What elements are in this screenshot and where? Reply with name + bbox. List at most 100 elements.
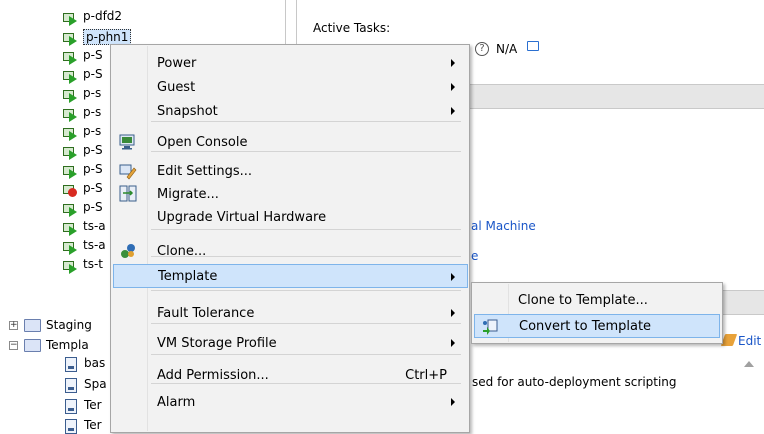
submenu-item-clone-to-template[interactable]: Clone to Template... — [474, 288, 720, 312]
help-icon[interactable]: ? — [475, 42, 489, 56]
tree-folder-item[interactable]: Staging — [46, 318, 92, 332]
power-on-badge — [69, 150, 77, 160]
tree-vm-item[interactable]: p-S — [83, 67, 103, 81]
panel-header-bar — [470, 84, 764, 109]
submenu-item-convert-to-template[interactable]: Convert to Template — [474, 314, 720, 338]
submenu-arrow-icon — [451, 107, 455, 115]
submenu-arrow-icon — [451, 339, 455, 347]
tree-folder-item[interactable]: Templa — [46, 338, 89, 352]
vm-powered-on-icon — [62, 87, 78, 103]
tree-vm-item[interactable]: p-S — [83, 200, 103, 214]
submenu-arrow-icon — [451, 59, 455, 67]
active-tasks-label: Active Tasks: — [313, 21, 391, 35]
tree-vm-item[interactable]: ts-a — [83, 238, 106, 252]
virtual-machine-link[interactable]: al Machine — [471, 219, 536, 233]
menu-item-open-console[interactable]: Open Console — [113, 130, 467, 154]
submenu-item-label: Clone to Template... — [518, 292, 648, 308]
power-on-badge — [69, 36, 77, 46]
migrate-icon — [119, 185, 137, 203]
menu-item-label: Add Permission... — [157, 367, 269, 383]
vm-powered-on-icon — [62, 163, 78, 179]
menu-item-fault-tolerance[interactable]: Fault Tolerance — [113, 301, 467, 325]
menu-item-add-permission[interactable]: Add Permission... Ctrl+P — [113, 363, 467, 387]
vm-powered-on-icon — [62, 258, 78, 274]
console-icon — [119, 133, 137, 151]
submenu-arrow-icon — [451, 309, 455, 317]
comment-icon[interactable] — [527, 41, 539, 51]
submenu-arrow-icon — [451, 83, 455, 91]
tree-template-item[interactable]: bas — [84, 356, 105, 370]
vm-powered-on-icon — [62, 68, 78, 84]
tree-vm-item[interactable]: p-S — [83, 181, 103, 195]
tree-vm-item[interactable]: p-S — [83, 162, 103, 176]
power-on-badge — [69, 264, 77, 274]
menu-item-upgrade-virtual-hardware[interactable]: Upgrade Virtual Hardware — [113, 205, 467, 229]
tree-vm-item[interactable]: p-S — [83, 143, 103, 157]
menu-item-label: Clone... — [157, 243, 207, 259]
menu-item-clone[interactable]: Clone... — [113, 239, 467, 263]
tree-vm-item[interactable]: p-s — [83, 86, 101, 100]
vm-powered-on-icon — [62, 201, 78, 217]
menu-item-label: Migrate... — [157, 186, 219, 202]
power-on-badge — [69, 16, 77, 26]
menu-item-power[interactable]: Power — [113, 51, 467, 75]
panel-section-bar — [716, 290, 764, 315]
collapse-icon[interactable]: − — [9, 341, 18, 350]
convert-template-icon — [481, 318, 499, 336]
submenu-item-label: Convert to Template — [519, 318, 652, 334]
power-on-badge — [69, 112, 77, 122]
folder-icon — [24, 319, 41, 332]
tree-template-item[interactable]: Ter — [84, 418, 102, 432]
power-on-badge — [69, 74, 77, 84]
vm-powered-on-icon — [62, 144, 78, 160]
tree-vm-item[interactable]: p-s — [83, 105, 101, 119]
vm-powered-on-icon — [62, 49, 78, 65]
power-on-badge — [69, 169, 77, 179]
power-on-badge — [69, 55, 77, 65]
scrollbar-up-arrow[interactable] — [744, 361, 754, 367]
vm-powered-on-icon — [62, 106, 78, 122]
na-value: N/A — [496, 42, 518, 56]
template-icon — [65, 357, 77, 372]
tree-template-item[interactable]: Ter — [84, 398, 102, 412]
menu-item-edit-settings[interactable]: Edit Settings... — [113, 159, 467, 183]
clone-icon — [119, 242, 137, 260]
menu-item-label: Fault Tolerance — [157, 305, 255, 321]
description-text: sed for auto-deployment scripting — [472, 375, 677, 389]
power-on-badge — [69, 245, 77, 255]
menu-item-label: Guest — [157, 79, 196, 95]
menu-item-shortcut: Ctrl+P — [405, 367, 447, 383]
edit-link[interactable]: Edit — [738, 334, 761, 348]
template-icon — [65, 378, 77, 393]
expand-icon[interactable]: + — [9, 321, 18, 330]
tree-vm-item[interactable]: p-phn1 — [83, 29, 132, 45]
partial-link[interactable]: e — [471, 249, 478, 263]
menu-separator — [151, 290, 461, 291]
menu-item-label: Template — [158, 268, 218, 284]
power-on-badge — [69, 131, 77, 141]
vm-powered-on-icon — [62, 30, 78, 46]
tree-vm-item[interactable]: ts-t — [83, 257, 103, 271]
menu-separator — [151, 229, 461, 230]
menu-item-label: VM Storage Profile — [157, 335, 277, 351]
menu-item-label: Snapshot — [157, 103, 218, 119]
menu-item-vm-storage-profile[interactable]: VM Storage Profile — [113, 331, 467, 355]
template-icon — [65, 399, 77, 414]
tree-vm-item[interactable]: p-S — [83, 48, 103, 62]
vm-powered-on-icon — [62, 10, 78, 26]
menu-item-guest[interactable]: Guest — [113, 75, 467, 99]
tree-vm-item[interactable]: p-s — [83, 124, 101, 138]
edit-icon[interactable] — [720, 334, 738, 346]
tree-vm-item[interactable]: p-dfd2 — [83, 9, 122, 23]
power-on-badge — [69, 93, 77, 103]
menu-item-migrate[interactable]: Migrate... — [113, 182, 467, 206]
menu-item-alarm[interactable]: Alarm — [113, 390, 467, 414]
menu-item-snapshot[interactable]: Snapshot — [113, 99, 467, 123]
edit-settings-icon — [119, 162, 137, 180]
template-submenu: Clone to Template... Convert to Template — [471, 282, 723, 344]
menu-item-template[interactable]: Template — [113, 264, 468, 288]
menu-item-label: Alarm — [157, 394, 196, 410]
tree-vm-item[interactable]: ts-a — [83, 219, 106, 233]
vm-powered-on-icon — [62, 125, 78, 141]
tree-template-item[interactable]: Spa — [84, 377, 107, 391]
